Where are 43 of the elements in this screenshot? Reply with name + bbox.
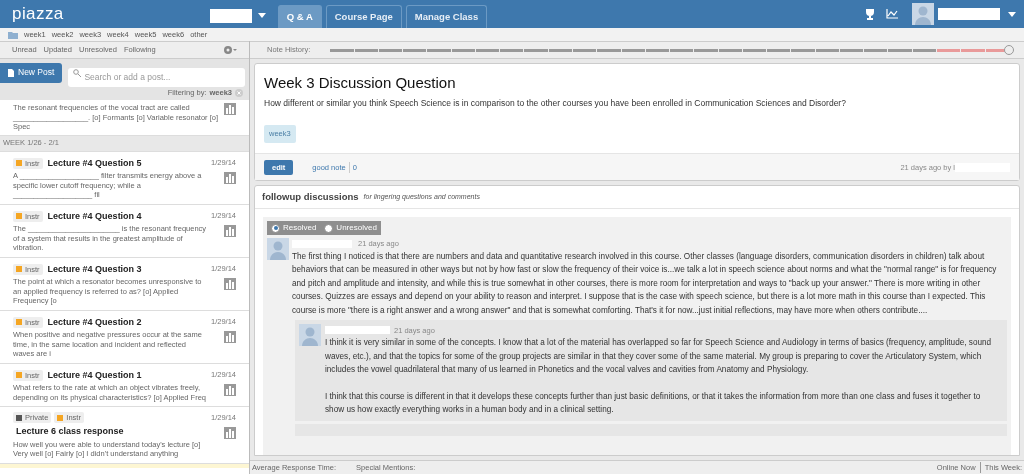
radio-option[interactable]: Resolved [271, 222, 317, 235]
post-title: Lecture #4 Question 5 [47, 156, 142, 170]
slider-thumb[interactable] [1004, 45, 1014, 55]
followup-text: The first thing I noticed is that there are numbers and data and quantitative research involved in this course. Other classes (language disorders, communication disorders in children) talk about behaviors that can be measured in other ways but not by how fast or slow the frequency of their voice is...we talk a lot in speech science about norms and what the "normal range" is for frequency and pitch and amplitude and intensity, and while this is true somewhat in other courses, there is more room for interpretation and ways to "back up your answer." There is more writing in other courses. Quizzes are essays and depend on your ability to reason and interpret. I suppose that is the case with speech science, but there is a lot more math in this course than I expected. This course is more "there is a right answer and a wrong answer" and that is somewhat comforting. That's it for now...just initial reflections, may have more when others contribute.... [292, 250, 998, 317]
stats-icon[interactable] [224, 171, 236, 184]
radio-option[interactable]: Unresolved [324, 222, 377, 235]
close-icon[interactable] [235, 89, 243, 97]
document-icon [8, 68, 14, 77]
logo[interactable]: piazza [12, 1, 64, 27]
search-field[interactable]: Search or add a post... [68, 67, 245, 87]
stats-icon[interactable] [224, 383, 236, 396]
post-title: Lecture #4 Question 2 [47, 315, 142, 329]
note-title: Week 3 Discussion Question [264, 73, 457, 93]
caret-icon[interactable] [1008, 11, 1016, 17]
reply-text: I think it is very similar in some of the concepts. I know that a lot of the material has overlapped so far for Speech Science and Audiology in terms of basics (frequency, amplitude, sound waves, etc.), and that the topics for some of the group projects are similar in that they cover some of the same material. My group is preparing to cover the Articulatory System, which includes the vowel quadrilateral that many of us learned in Phonetics and the vocal valves and cavities from Anatomy and Physiology. [325, 337, 993, 377]
trophy-icon[interactable] [864, 8, 876, 20]
avatar-icon [267, 238, 289, 261]
redacted-name [325, 326, 390, 334]
line-chart-icon[interactable] [886, 9, 898, 19]
post-title: Lecture 6 class response [16, 425, 124, 439]
settings-icon[interactable] [223, 45, 237, 55]
class-selector[interactable] [209, 9, 252, 23]
note-body: How different or similar you think Speech Science is in comparison to the other courses you have been enrolled in Communication Sciences and Disorder? [264, 96, 847, 110]
post-title: Lecture #4 Question 3 [47, 262, 142, 276]
avatar-icon [299, 324, 321, 346]
stats-icon[interactable] [224, 103, 236, 115]
post-title: Lecture #4 Question 4 [47, 209, 142, 223]
nav-tab[interactable]: Course Page [325, 5, 402, 28]
avatar-icon [912, 3, 934, 25]
nav-tab[interactable]: Manage Class [405, 5, 488, 28]
caret-icon[interactable] [257, 13, 266, 18]
folder-icon[interactable] [8, 30, 18, 39]
stats-icon[interactable] [224, 224, 236, 237]
reply-text: I think that this course is different in that it develops these concepts further than just basic definitions, or that it takes the information from more than one class and fuses it together to show us how exactly everything works in a human body and in a clinical setting. [325, 390, 982, 417]
search-icon [73, 68, 82, 77]
post-title: Lecture #4 Question 1 [47, 368, 142, 382]
new-post-button[interactable]: New Post [0, 62, 63, 83]
stats-icon[interactable] [224, 427, 236, 440]
history-slider[interactable] [330, 44, 1014, 56]
followup-title: followup discussions [262, 190, 359, 205]
stats-icon[interactable] [224, 277, 236, 290]
stats-icon[interactable] [224, 330, 236, 343]
nav-tab[interactable]: Q & A [277, 5, 322, 28]
